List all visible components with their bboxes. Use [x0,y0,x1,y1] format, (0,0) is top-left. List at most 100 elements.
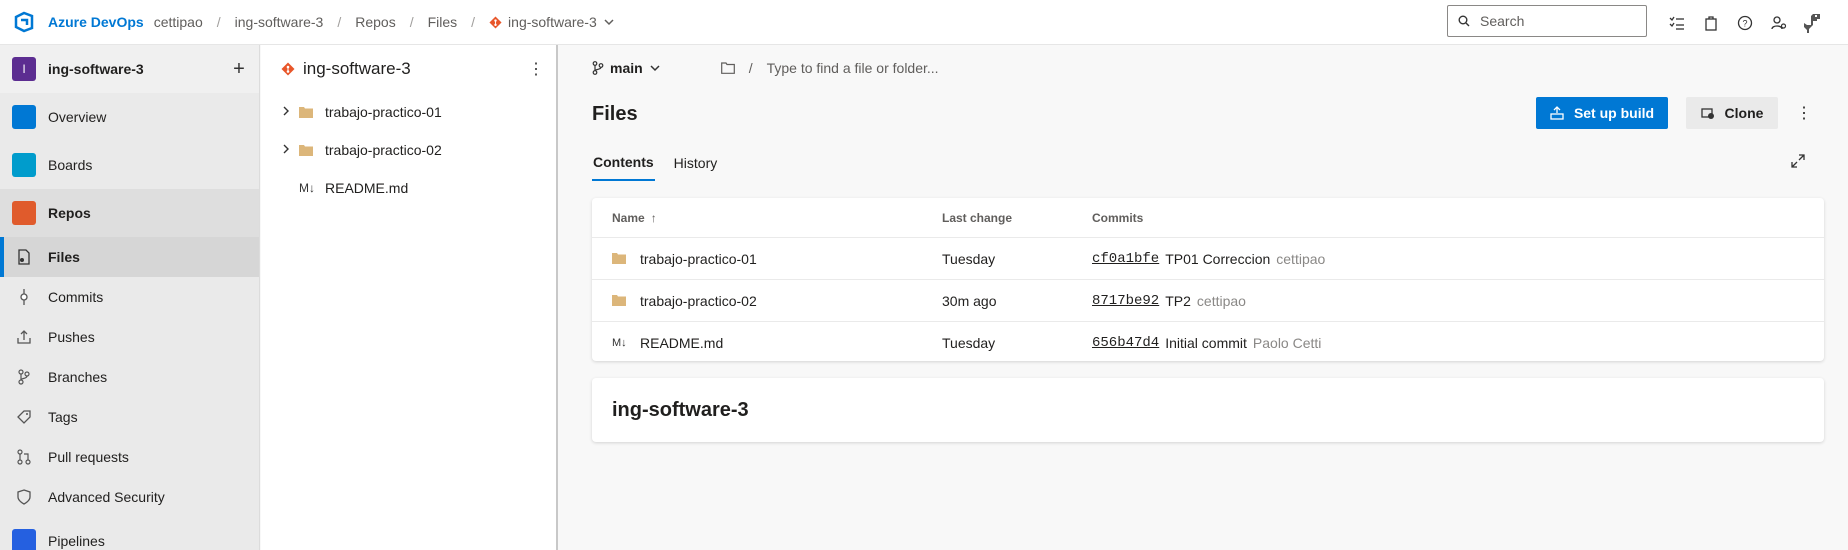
breadcrumb-separator: / [409,14,414,30]
tree-item[interactable]: M↓ README.md [261,169,556,207]
nav-files[interactable]: Files [0,237,259,277]
column-name-label: Name [612,210,645,225]
azure-devops-logo-icon[interactable] [0,0,48,45]
nav-repos[interactable]: Repos [0,189,259,237]
path-input[interactable]: / Type to find a file or folder... [720,60,939,76]
branch-icon [16,369,32,385]
breadcrumb-separator: / [337,14,342,30]
nav-overview[interactable]: Overview [0,93,259,141]
folder-icon [612,293,626,309]
breadcrumb-separator: / [471,14,476,30]
tree-item-label: README.md [325,180,409,196]
commit-hash-link[interactable]: 8717be92 [1092,293,1159,309]
breadcrumb-org[interactable]: cettipao [154,14,203,30]
git-repo-icon [489,15,502,29]
search-icon [1458,15,1470,27]
tree-item-label: trabajo-practico-01 [325,104,442,120]
build-icon [1550,106,1564,120]
chevron-down-icon [604,19,614,26]
breadcrumb-repo-selector[interactable]: ing-software-3 [489,14,615,30]
column-last-change: Last change [942,210,1013,225]
work-items-icon[interactable] [1660,6,1694,40]
breadcrumb-files[interactable]: Files [428,14,458,30]
table-row[interactable]: trabajo-practico-01 Tuesday cf0a1bfe TP0… [592,238,1824,280]
table-header: Name ↑ Last change Commits [592,198,1824,238]
clone-button[interactable]: Clone [1686,97,1778,129]
nav-pushes-label: Pushes [48,329,95,345]
tab-history[interactable]: History [673,145,719,181]
tab-contents[interactable]: Contents [592,145,655,181]
table-row[interactable]: trabajo-practico-02 30m ago 8717be92 TP2… [592,280,1824,322]
nav-pipelines[interactable]: Pipelines [0,517,259,550]
search-input[interactable]: Search [1447,5,1647,37]
nav-pushes[interactable]: Pushes [0,317,259,357]
set-up-build-label: Set up build [1573,105,1655,121]
commit-message: TP01 Correccion [1165,250,1271,267]
nav-pull-requests[interactable]: Pull requests [0,437,259,477]
project-badge: I [12,57,36,81]
chevron-down-icon [650,65,660,72]
row-last-change: 30m ago [942,292,997,309]
more-actions-icon[interactable]: ⋮ [1788,97,1820,129]
nav-boards-label: Boards [48,157,93,173]
commit-author: cettipao [1196,292,1246,309]
marketplace-icon[interactable] [1694,6,1728,40]
nav-branches[interactable]: Branches [0,357,259,397]
branch-selector[interactable]: main [592,60,661,76]
tree-item-label: trabajo-practico-02 [325,142,442,158]
tree-item[interactable]: trabajo-practico-02 [261,131,556,169]
nav-boards[interactable]: Boards [0,141,259,189]
breadcrumb: Azure DevOps cettipao / ing-software-3 /… [48,14,615,30]
table-row[interactable]: M↓ README.md Tuesday 656b47d4 Initial co… [592,322,1824,364]
column-name[interactable]: Name ↑ [592,211,942,225]
row-name[interactable]: trabajo-practico-01 [640,251,757,267]
row-name[interactable]: trabajo-practico-02 [640,293,757,309]
nav-pipelines-label: Pipelines [48,533,105,549]
chevron-right-icon[interactable] [281,105,299,120]
nav-overview-label: Overview [48,109,107,125]
readme-title: ing-software-3 [592,378,1824,442]
help-icon[interactable]: ? [1728,6,1762,40]
nav-commits[interactable]: Commits [0,277,259,317]
folder-outline-icon [720,62,735,74]
branch-icon [592,61,604,75]
nav-files-label: Files [48,249,80,265]
user-settings-icon[interactable] [1762,6,1796,40]
pipelines-icon [12,529,36,550]
tree-item[interactable]: trabajo-practico-01 [261,93,556,131]
nav-pull-requests-label: Pull requests [48,449,129,465]
breadcrumb-project[interactable]: ing-software-3 [235,14,324,30]
chevron-right-icon[interactable] [281,143,299,158]
nav-tags[interactable]: Tags [0,397,259,437]
clone-label: Clone [1724,105,1764,121]
fullscreen-icon[interactable] [1786,149,1810,173]
commit-author: cettipao [1276,250,1326,267]
project-header[interactable]: I ing-software-3 + [0,45,259,93]
project-name: ing-software-3 [48,61,144,77]
nav-advanced-security-label: Advanced Security [48,489,165,505]
tab-bar: Contents History [592,145,718,181]
file-icon [16,249,32,265]
set-up-build-button[interactable]: Set up build [1536,97,1668,129]
git-repo-icon [281,62,295,76]
avatar[interactable] [1796,6,1830,40]
commit-hash-link[interactable]: 656b47d4 [1092,335,1159,351]
commit-icon [16,289,32,305]
more-options-icon[interactable]: ⋮ [516,59,556,79]
commit-hash-link[interactable]: cf0a1bfe [1092,251,1159,267]
nav-branches-label: Branches [48,369,108,385]
row-name[interactable]: README.md [640,335,723,351]
nav-advanced-security[interactable]: Advanced Security [0,477,259,517]
svg-text:?: ? [1742,18,1747,28]
add-icon[interactable]: + [219,58,259,81]
tree-header: ing-software-3 ⋮ [261,45,556,93]
breadcrumb-repos[interactable]: Repos [355,14,395,30]
page-title: Files [592,103,638,125]
tree-title: ing-software-3 [303,59,411,78]
repo-crumb-label: ing-software-3 [508,14,597,30]
column-commits: Commits [1092,210,1144,225]
brand-link[interactable]: Azure DevOps [48,14,144,30]
main-content: main / Type to find a file or folder... … [560,45,1848,550]
search-placeholder: Search [1480,13,1525,29]
folder-icon [612,251,626,267]
